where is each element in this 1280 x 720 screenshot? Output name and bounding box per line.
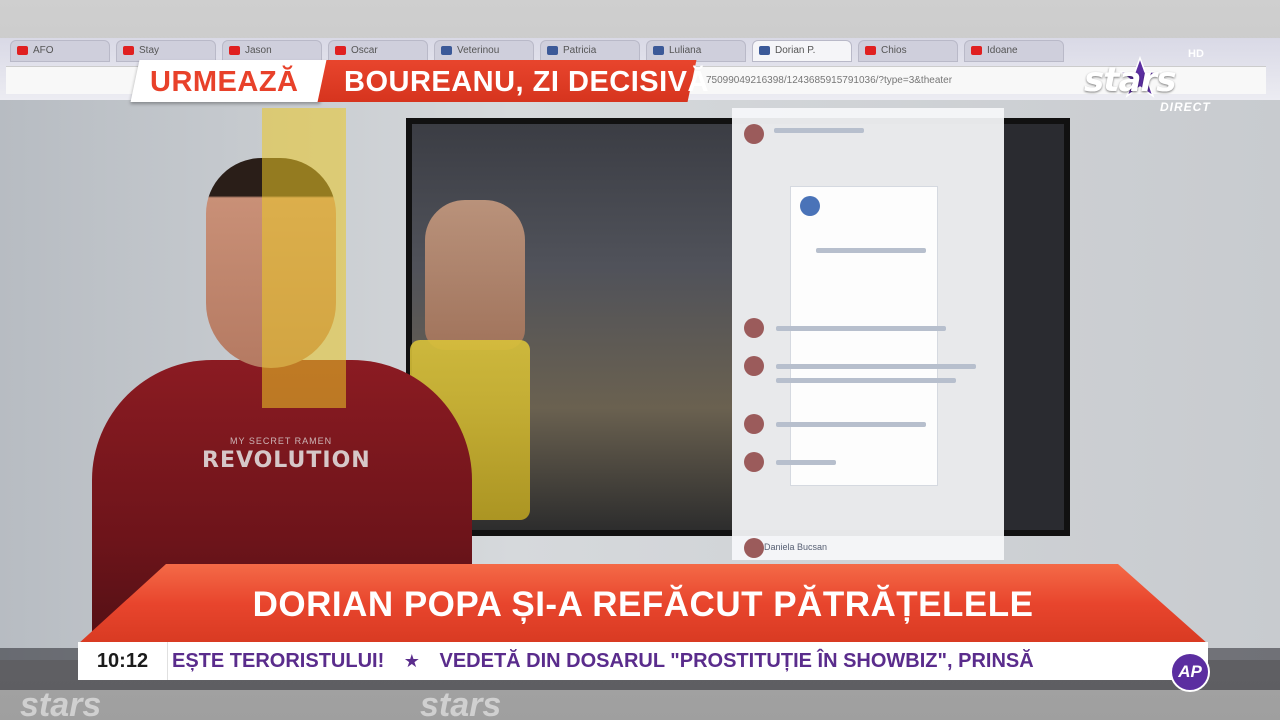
background-tab: Dorian P. (752, 40, 852, 62)
comment-line (776, 422, 926, 427)
shirt-print-small: MY SECRET RAMEN (230, 436, 333, 446)
youtube-icon (17, 46, 28, 55)
yellow-overlay-band (262, 108, 346, 408)
up-next-label: URMEAZĂ (150, 66, 299, 98)
ticker-segment: EȘTE TERORISTULUI! (172, 650, 385, 672)
hd-badge: HD (1188, 48, 1204, 60)
avatar (744, 124, 764, 144)
comment-line (776, 460, 836, 465)
up-next-topic: BOUREANU, ZI DECISIVĂ (344, 66, 709, 98)
headline-text: DORIAN POPA ȘI-A REFĂCUT PĂTRĂȚELELE (252, 585, 1034, 624)
studio-logo-watermark: stars (20, 686, 102, 720)
star-icon: ★ (403, 651, 420, 671)
comment-line (776, 378, 956, 383)
commenter-name: Daniela Bucsan (764, 542, 828, 552)
avatar (744, 356, 764, 376)
youtube-icon (123, 46, 134, 55)
ap-badge: AP (1170, 652, 1210, 692)
comment-line (776, 326, 946, 331)
youtube-icon (971, 46, 982, 55)
background-tab: Veterinou (434, 40, 534, 62)
background-tab: Luliana (646, 40, 746, 62)
live-indicator: DIRECT (1160, 100, 1211, 114)
background-tab: Patricia (540, 40, 640, 62)
athlete-torso (425, 200, 525, 350)
avatar (744, 318, 764, 338)
facebook-icon (653, 46, 664, 55)
facebook-icon (547, 46, 558, 55)
background-tab: Jason (222, 40, 322, 62)
ticker-text: EȘTE TERORISTULUI! ★ VEDETĂ DIN DOSARUL … (172, 642, 1206, 680)
shirt-print: REVOLUTION (202, 448, 371, 473)
facebook-icon (759, 46, 770, 55)
youtube-icon (229, 46, 240, 55)
facebook-post-card (790, 186, 938, 486)
background-tab: Idoane (964, 40, 1064, 62)
ticker-segment: VEDETĂ DIN DOSARUL "PROSTITUȚIE ÎN SHOWB… (439, 650, 1034, 672)
avatar (800, 196, 820, 216)
background-tab: Oscar (328, 40, 428, 62)
avatar (744, 452, 764, 472)
studio-logo-watermark: stars (420, 686, 502, 720)
avatar (744, 538, 764, 558)
comment-line (776, 364, 976, 369)
youtube-icon (865, 46, 876, 55)
channel-logo: HD stars DIRECT (1080, 46, 1270, 116)
background-tab: Stay (116, 40, 216, 62)
youtube-icon (335, 46, 346, 55)
channel-logo-text: stars (1084, 60, 1176, 100)
comment-line (774, 128, 864, 133)
ticker-clock: 10:12 (78, 642, 168, 680)
avatar (744, 414, 764, 434)
background-tab: AFO (10, 40, 110, 62)
background-tab: Chios (858, 40, 958, 62)
facebook-icon (441, 46, 452, 55)
comment-line (816, 248, 926, 253)
